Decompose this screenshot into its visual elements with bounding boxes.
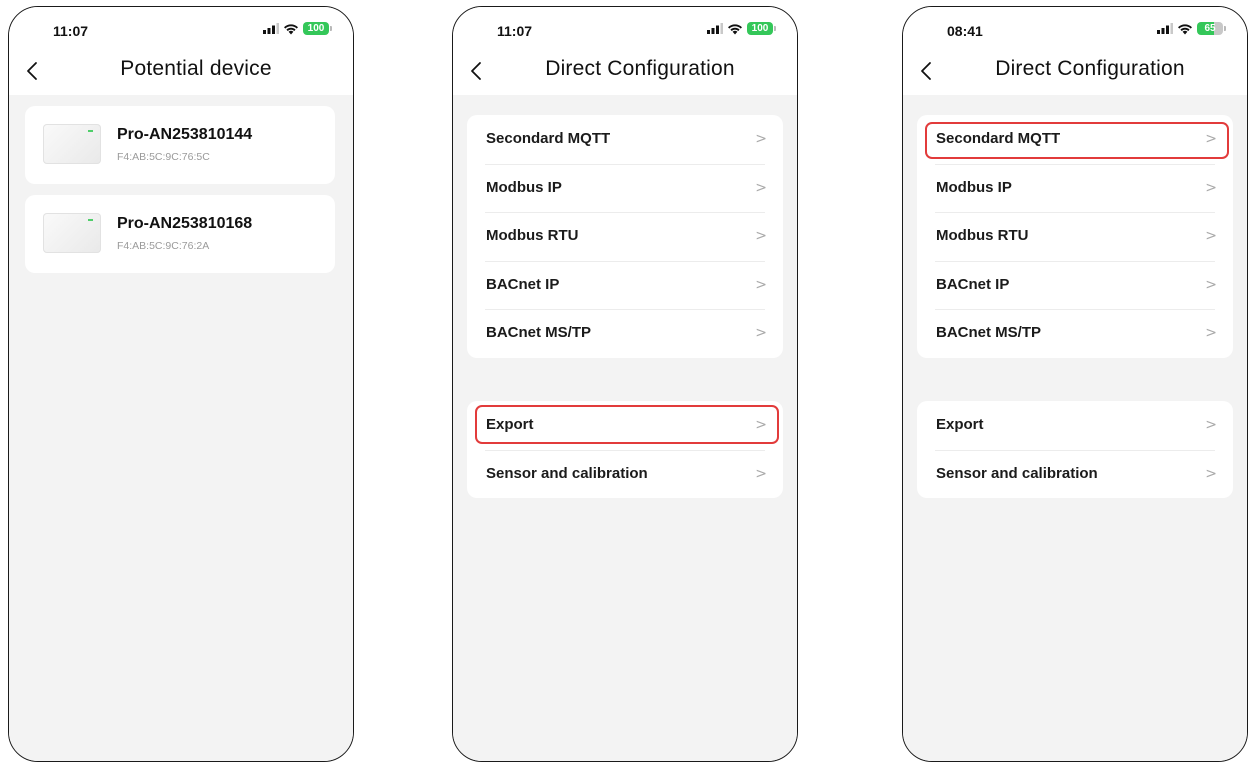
wifi-icon (284, 23, 298, 34)
menu-item-secondard-mqtt[interactable]: Secondard MQTT > (917, 115, 1233, 164)
device-name: Pro-AN253810144 (117, 126, 253, 143)
nav-bar: Potential device (9, 47, 353, 95)
status-bar: 11:07 100 (453, 7, 797, 47)
menu-item-modbus-ip[interactable]: Modbus IP > (917, 163, 1233, 213)
menu-item-label: Modbus RTU (936, 227, 1029, 244)
device-name: Pro-AN253810168 (117, 215, 253, 232)
menu-item-bacnet-ip[interactable]: BACnet IP > (917, 260, 1233, 310)
page-title: Direct Configuration (545, 57, 735, 80)
phone-direct-configuration-export: 11:07 100 Direct Configuration Secondard… (452, 6, 798, 762)
config-menu: Secondard MQTT > Modbus IP > Modbus RTU > B… (903, 95, 1247, 761)
device-card[interactable]: Pro-AN253810144 F4:AB:5C:9C:76:5C (25, 106, 335, 184)
status-time: 08:41 (947, 23, 983, 39)
menu-item-label: Secondard MQTT (486, 130, 611, 147)
wifi-icon (728, 23, 742, 34)
chevron-right-icon: > (1205, 325, 1217, 341)
menu-item-label: Modbus IP (486, 178, 562, 196)
status-icons: 100 (263, 22, 332, 35)
status-icons: 65 (1157, 22, 1226, 35)
chevron-right-icon: > (1205, 179, 1217, 196)
menu-item-label: BACnet IP (486, 275, 560, 293)
chevron-right-icon: > (1205, 465, 1217, 482)
protocol-group: Secondard MQTT > Modbus IP > Modbus RTU > B… (917, 115, 1233, 358)
chevron-right-icon: > (1205, 276, 1217, 293)
battery-icon: 100 (747, 22, 776, 35)
chevron-right-icon: > (755, 276, 767, 293)
menu-item-bacnet-ip[interactable]: BACnet IP > (467, 260, 783, 310)
menu-item-label: Secondard MQTT (936, 130, 1061, 147)
menu-item-secondard-mqtt[interactable]: Secondard MQTT > (467, 115, 783, 164)
chevron-right-icon: > (755, 417, 767, 433)
menu-item-sensor-calibration[interactable]: Sensor and calibration > (917, 449, 1233, 499)
chevron-right-icon: > (1205, 417, 1217, 433)
chevron-left-icon[interactable] (917, 59, 937, 83)
status-icons: 100 (707, 22, 776, 35)
signal-icon (1157, 23, 1173, 34)
signal-icon (263, 23, 279, 34)
menu-item-label: BACnet IP (936, 275, 1010, 293)
menu-item-modbus-rtu[interactable]: Modbus RTU > (917, 212, 1233, 261)
menu-item-label: Modbus IP (936, 178, 1012, 196)
page-title: Direct Configuration (995, 57, 1185, 80)
chevron-left-icon[interactable] (23, 59, 43, 83)
device-list: Pro-AN253810144 F4:AB:5C:9C:76:5C Pro-AN… (9, 95, 353, 761)
menu-item-export[interactable]: Export > (917, 401, 1233, 450)
device-image (43, 124, 101, 164)
device-image (43, 213, 101, 253)
menu-item-label: Modbus RTU (486, 227, 579, 244)
chevron-right-icon: > (755, 179, 767, 196)
device-card[interactable]: Pro-AN253810168 F4:AB:5C:9C:76:2A (25, 195, 335, 273)
menu-item-label: Sensor and calibration (486, 464, 648, 482)
signal-icon (707, 23, 723, 34)
phone-direct-configuration-mqtt: 08:41 65 Direct Configuration Secondard … (902, 6, 1248, 762)
wifi-icon (1178, 23, 1192, 34)
chevron-right-icon: > (1205, 131, 1217, 147)
status-bar: 11:07 100 (9, 7, 353, 47)
config-menu: Secondard MQTT > Modbus IP > Modbus RTU > B… (453, 95, 797, 761)
menu-item-modbus-ip[interactable]: Modbus IP > (467, 163, 783, 213)
status-time: 11:07 (497, 23, 533, 39)
menu-item-modbus-rtu[interactable]: Modbus RTU > (467, 212, 783, 261)
chevron-left-icon[interactable] (467, 59, 487, 83)
menu-item-label: BACnet MS/TP (936, 324, 1041, 341)
battery-icon: 65 (1197, 22, 1226, 35)
nav-bar: Direct Configuration (453, 47, 797, 95)
tools-group: Export > Sensor and calibration > (917, 401, 1233, 498)
menu-item-label: Sensor and calibration (936, 464, 1098, 482)
phone-potential-device: 11:07 100 Potential device Pro-AN2538101… (8, 6, 354, 762)
status-time: 11:07 (53, 23, 89, 39)
menu-item-bacnet-mstp[interactable]: BACnet MS/TP > (917, 309, 1233, 358)
page-title: Potential device (120, 57, 272, 80)
chevron-right-icon: > (1205, 228, 1217, 244)
chevron-right-icon: > (755, 228, 767, 244)
menu-item-label: BACnet MS/TP (486, 324, 591, 341)
status-bar: 08:41 65 (903, 7, 1247, 47)
tools-group: Export > Sensor and calibration > (467, 401, 783, 498)
nav-bar: Direct Configuration (903, 47, 1247, 95)
battery-icon: 100 (303, 22, 332, 35)
menu-item-label: Export (486, 416, 534, 433)
device-mac: F4:AB:5C:9C:76:2A (117, 240, 210, 252)
chevron-right-icon: > (755, 325, 767, 341)
protocol-group: Secondard MQTT > Modbus IP > Modbus RTU > B… (467, 115, 783, 358)
menu-item-bacnet-mstp[interactable]: BACnet MS/TP > (467, 309, 783, 358)
device-mac: F4:AB:5C:9C:76:5C (117, 151, 210, 163)
chevron-right-icon: > (755, 131, 767, 147)
menu-item-export[interactable]: Export > (467, 401, 783, 450)
chevron-right-icon: > (755, 465, 767, 482)
menu-item-label: Export (936, 416, 984, 433)
menu-item-sensor-calibration[interactable]: Sensor and calibration > (467, 449, 783, 499)
